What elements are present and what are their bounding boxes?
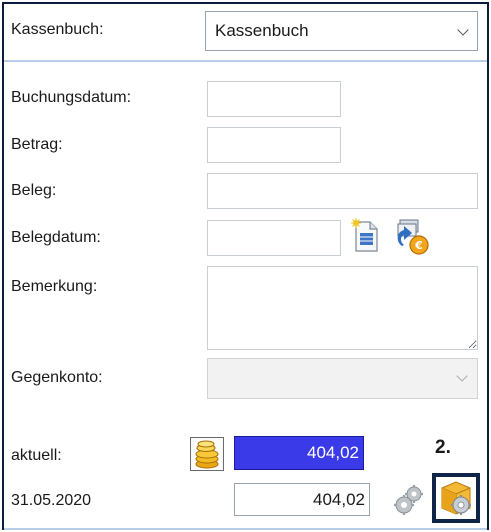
- svg-text:€: €: [414, 239, 423, 252]
- beleg-field[interactable]: [207, 173, 478, 209]
- bottom-divider: [4, 528, 487, 530]
- highlight-box: [432, 473, 480, 523]
- betrag-label: Betrag:: [11, 136, 63, 153]
- beleg-input[interactable]: [208, 174, 477, 208]
- belegdatum-label: Belegdatum:: [11, 229, 101, 246]
- chevron-down-icon: [457, 24, 469, 36]
- buchungsdatum-field[interactable]: [207, 81, 341, 117]
- beleg-label: Beleg:: [11, 182, 57, 199]
- kassenbuch-select-value: Kassenbuch: [215, 21, 309, 40]
- bemerkung-textarea[interactable]: [208, 267, 477, 349]
- money-swap-button[interactable]: €: [392, 218, 430, 256]
- buchungsdatum-label: Buchungsdatum:: [11, 89, 132, 106]
- chevron-down-icon: [456, 370, 468, 382]
- balance-date-amount: 404,02: [234, 483, 370, 516]
- betrag-input[interactable]: [208, 128, 340, 162]
- new-document-button[interactable]: [350, 218, 380, 254]
- money-swap-icon: €: [397, 219, 429, 255]
- new-document-icon: [351, 218, 378, 252]
- gegenkonto-select[interactable]: [207, 358, 478, 399]
- kassenbuch-label: Kassenbuch:: [11, 21, 104, 38]
- section-divider: [4, 60, 487, 62]
- aktuell-label: aktuell:: [11, 447, 62, 464]
- aktuell-amount: 404,02: [234, 436, 364, 470]
- buchungsdatum-input[interactable]: [208, 82, 340, 116]
- bemerkung-field[interactable]: [207, 266, 478, 350]
- balance-date-label: 31.05.2020: [11, 492, 92, 509]
- betrag-field[interactable]: [207, 127, 341, 163]
- kassenbuch-select[interactable]: Kassenbuch: [205, 11, 478, 51]
- step-annotation: 2.: [435, 437, 451, 458]
- bemerkung-label: Bemerkung:: [11, 278, 98, 295]
- coins-button[interactable]: [190, 437, 224, 471]
- gegenkonto-label: Gegenkonto:: [11, 369, 103, 386]
- coins-icon: [195, 440, 219, 469]
- gears-button[interactable]: [393, 483, 425, 515]
- belegdatum-input[interactable]: [208, 221, 340, 255]
- gears-icon: [394, 485, 423, 515]
- belegdatum-field[interactable]: [207, 220, 341, 256]
